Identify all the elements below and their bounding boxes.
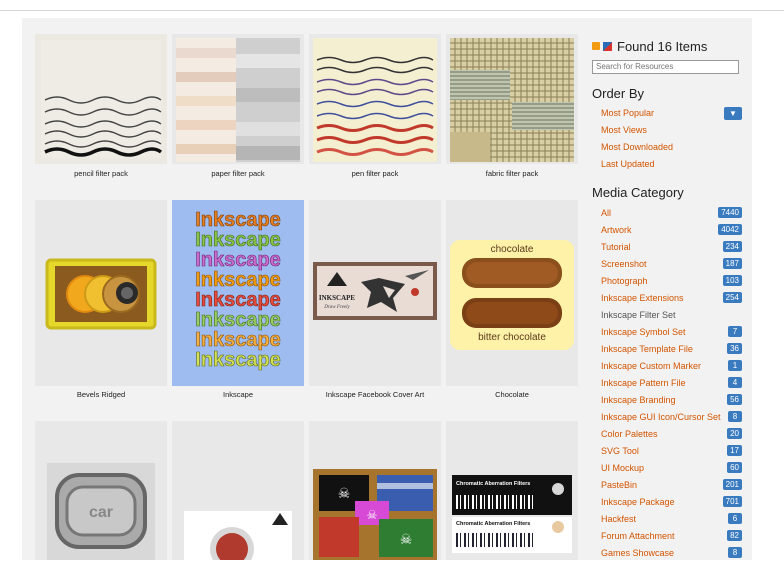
item-card-paper[interactable] — [172, 34, 304, 164]
thumbnail[interactable] — [35, 200, 167, 386]
top-divider — [0, 10, 784, 11]
search-input[interactable] — [592, 59, 739, 74]
svg-text:car: car — [89, 504, 113, 521]
paper-filter-image — [176, 38, 300, 162]
svg-text:☠: ☠ — [338, 485, 351, 501]
category-svg-tool[interactable]: SVG Tool 17 — [592, 442, 742, 459]
category-inkscape-pattern-file[interactable]: Inkscape Pattern File 4 — [592, 374, 742, 391]
chocolate-image: chocolate bitter chocolate — [450, 240, 574, 350]
chromatic-aberration-image: Chromatic Aberration Filters Chromatic A… — [452, 475, 572, 553]
pirate-flags-image: ☠ ☠ ☠ — [313, 469, 437, 560]
fabric-filter-image — [450, 38, 574, 162]
category-hackfest[interactable]: Hackfest 6 — [592, 510, 742, 527]
category-color-palettes[interactable]: Color Palettes 20 — [592, 425, 742, 442]
thumbnail[interactable] — [446, 34, 578, 164]
item-card-bevels[interactable] — [35, 200, 167, 386]
thumbnail[interactable] — [35, 34, 167, 164]
thumbnail[interactable]: INKSCAPE Draw Freely — [309, 200, 441, 386]
thumbnail[interactable]: Inkscape Inkscape Inkscape Inkscape Inks… — [172, 200, 304, 386]
item-caption[interactable]: pen filter pack — [309, 169, 441, 178]
item-card-inkscape[interactable]: Inkscape Inkscape Inkscape Inkscape Inks… — [172, 200, 304, 386]
logo-bevel-image: car — [47, 463, 155, 560]
category-all[interactable]: All 7440 — [592, 204, 742, 221]
sidebar: Found 16 Items Order By ▼ Most Popular M… — [592, 36, 742, 561]
thumbnail[interactable]: car — [35, 421, 167, 560]
item-card-pencil[interactable] — [35, 34, 167, 164]
thumbnail[interactable] — [172, 421, 304, 560]
item-caption[interactable]: Inkscape Facebook Cover Art — [309, 390, 441, 399]
category-screenshot[interactable]: Screenshot 187 — [592, 255, 742, 272]
item-caption[interactable]: Bevels Ridged — [35, 390, 167, 399]
order-most-views[interactable]: Most Views — [592, 122, 742, 139]
svg-text:☠: ☠ — [400, 531, 413, 547]
rss-feed-icon[interactable] — [592, 42, 600, 50]
item-card-pen[interactable] — [309, 34, 441, 164]
category-forum-attachment[interactable]: Forum Attachment 82 — [592, 527, 742, 544]
media-category-heading: Media Category — [592, 185, 684, 200]
order-by-heading: Order By — [592, 86, 645, 101]
svg-text:☠: ☠ — [367, 508, 378, 522]
svg-text:Draw Freely: Draw Freely — [323, 305, 350, 310]
svg-text:Inkscape: Inkscape — [195, 269, 281, 291]
category-inkscape-extensions[interactable]: Inkscape Extensions 254 — [592, 289, 742, 306]
svg-text:Inkscape: Inkscape — [195, 289, 281, 311]
thumbnail[interactable]: chocolate bitter chocolate — [446, 200, 578, 386]
thumbnail[interactable] — [172, 34, 304, 164]
results-count: Found 16 Items — [617, 38, 708, 54]
category-inkscape-gui-icon-cursor-set[interactable]: Inkscape GUI Icon/Cursor Set 8 — [592, 408, 742, 425]
inkscape-text-image: Inkscape Inkscape Inkscape Inkscape Inks… — [176, 204, 300, 382]
item-caption[interactable]: pencil filter pack — [35, 169, 167, 178]
thumbnail[interactable]: Chromatic Aberration Filters Chromatic A… — [446, 421, 578, 560]
order-most-popular[interactable]: Most Popular — [592, 105, 742, 122]
item-card-fabric[interactable] — [446, 34, 578, 164]
item-card-row3-2[interactable] — [172, 421, 304, 560]
sort-direction-button[interactable]: ▼ — [724, 107, 742, 120]
pencil-filter-image — [41, 40, 163, 158]
item-caption[interactable]: Chocolate — [446, 390, 578, 399]
item-caption[interactable]: fabric filter pack — [446, 169, 578, 178]
item-card-chocolate[interactable]: chocolate bitter chocolate — [446, 200, 578, 386]
button-image — [184, 511, 292, 560]
item-card-facebook-cover[interactable]: INKSCAPE Draw Freely — [309, 200, 441, 386]
category-inkscape-template-file[interactable]: Inkscape Template File 36 — [592, 340, 742, 357]
category-ui-mockup[interactable]: UI Mockup 60 — [592, 459, 742, 476]
category-pastebin[interactable]: PasteBin 201 — [592, 476, 742, 493]
pen-filter-image — [313, 38, 437, 162]
item-card-row3-1[interactable]: car — [35, 421, 167, 560]
thumbnail[interactable]: ☠ ☠ ☠ — [309, 421, 441, 560]
media-rss-icon[interactable] — [603, 41, 612, 51]
item-caption[interactable]: Inkscape — [172, 390, 304, 399]
order-most-downloaded[interactable]: Most Downloaded — [592, 139, 742, 156]
facebook-cover-image: INKSCAPE Draw Freely — [313, 262, 437, 320]
svg-text:Inkscape: Inkscape — [195, 209, 281, 231]
thumbnail[interactable] — [309, 34, 441, 164]
svg-text:Chromatic Aberration Filters: Chromatic Aberration Filters — [456, 521, 530, 527]
item-caption[interactable]: paper filter pack — [172, 169, 304, 178]
category-inkscape-custom-marker[interactable]: Inkscape Custom Marker 1 — [592, 357, 742, 374]
svg-text:bitter chocolate: bitter chocolate — [478, 332, 546, 343]
svg-text:INKSCAPE: INKSCAPE — [319, 294, 356, 302]
svg-text:Inkscape: Inkscape — [195, 309, 281, 331]
category-list: All 7440 Artwork 4042 Tutorial 234 Screensh… — [592, 204, 742, 561]
results-header: Found 16 Items — [592, 36, 742, 56]
svg-text:Inkscape: Inkscape — [195, 249, 281, 271]
category-inkscape-package[interactable]: Inkscape Package 701 — [592, 493, 742, 510]
svg-text:Inkscape: Inkscape — [195, 349, 281, 371]
category-games-showcase[interactable]: Games Showcase 8 — [592, 544, 742, 561]
order-by-list: ▼ Most Popular Most Views Most Downloade… — [592, 105, 742, 173]
category-inkscape-branding[interactable]: Inkscape Branding 56 — [592, 391, 742, 408]
svg-text:chocolate: chocolate — [491, 244, 534, 255]
category-tutorial[interactable]: Tutorial 234 — [592, 238, 742, 255]
category-inkscape-filter-set: Inkscape Filter Set — [601, 309, 676, 320]
category-photograph[interactable]: Photograph 103 — [592, 272, 742, 289]
bevels-image — [45, 258, 157, 330]
svg-text:Chromatic Aberration Filters: Chromatic Aberration Filters — [456, 481, 530, 487]
category-artwork[interactable]: Artwork 4042 — [592, 221, 742, 238]
item-card-row3-3[interactable]: ☠ ☠ ☠ — [309, 421, 441, 560]
category-inkscape-symbol-set[interactable]: Inkscape Symbol Set 7 — [592, 323, 742, 340]
svg-text:Inkscape: Inkscape — [195, 329, 281, 351]
order-last-updated[interactable]: Last Updated — [592, 156, 742, 173]
svg-text:Inkscape: Inkscape — [195, 229, 281, 251]
item-card-row3-4[interactable]: Chromatic Aberration Filters Chromatic A… — [446, 421, 578, 560]
